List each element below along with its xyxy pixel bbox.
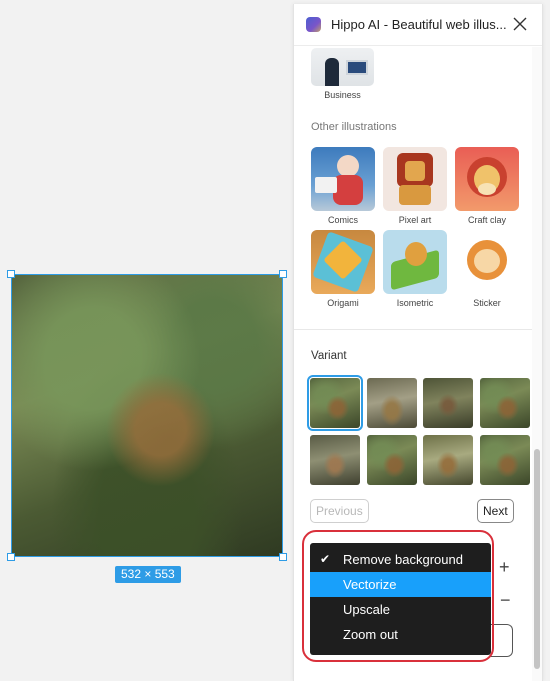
craft-clay-thumb xyxy=(455,147,519,211)
menu-item-label: Upscale xyxy=(343,602,390,617)
resize-handle-bottom-left[interactable] xyxy=(7,553,15,561)
panel-header: Hippo AI - Beautiful web illus... xyxy=(294,4,542,46)
illustration-sticker[interactable]: Sticker xyxy=(455,230,519,308)
size-badge: 532 × 553 xyxy=(115,566,181,583)
hippo-app-icon xyxy=(306,17,321,32)
variant-thumb-5[interactable] xyxy=(310,435,360,485)
variant-thumb-7[interactable] xyxy=(423,435,473,485)
previous-button[interactable]: Previous xyxy=(310,499,369,523)
menu-item-label: Vectorize xyxy=(343,577,397,592)
next-button[interactable]: Next xyxy=(477,499,514,523)
menu-item-upscale[interactable]: Upscale xyxy=(310,597,491,622)
action-button-edge[interactable] xyxy=(489,624,513,657)
menu-item-remove-background[interactable]: ✔ Remove background xyxy=(310,547,491,572)
illustration-craft-clay[interactable]: Craft clay xyxy=(455,147,519,225)
origami-thumb xyxy=(311,230,375,294)
minus-icon[interactable]: − xyxy=(500,590,511,611)
pixel-art-label: Pixel art xyxy=(398,215,432,225)
illustration-comics[interactable]: Comics xyxy=(311,147,375,225)
plus-icon[interactable]: + xyxy=(499,557,510,578)
isometric-thumb xyxy=(383,230,447,294)
origami-label: Origami xyxy=(327,298,359,308)
sticker-thumb xyxy=(455,230,519,294)
menu-item-zoom-out[interactable]: Zoom out xyxy=(310,622,491,647)
resize-handle-top-left[interactable] xyxy=(7,270,15,278)
menu-item-vectorize[interactable]: Vectorize xyxy=(310,572,491,597)
resize-handle-top-right[interactable] xyxy=(279,270,287,278)
comics-thumb xyxy=(311,147,375,211)
variant-title: Variant xyxy=(311,350,347,362)
variant-thumb-1[interactable] xyxy=(307,375,363,431)
sticker-label: Sticker xyxy=(473,298,501,308)
actions-dropdown-menu: ✔ Remove background Vectorize Upscale Zo… xyxy=(310,543,491,655)
illustration-pixel-art[interactable]: Pixel art xyxy=(383,147,447,225)
illustration-origami[interactable]: Origami xyxy=(311,230,375,308)
other-illustrations-title: Other illustrations xyxy=(311,121,397,133)
variant-thumb-4[interactable] xyxy=(480,378,530,428)
resize-handle-bottom-right[interactable] xyxy=(279,553,287,561)
check-icon: ✔ xyxy=(320,552,331,566)
variant-thumb-6[interactable] xyxy=(367,435,417,485)
menu-item-label: Remove background xyxy=(343,552,463,567)
variant-thumb-8[interactable] xyxy=(480,435,530,485)
illustration-business-label: Business xyxy=(324,90,361,100)
variant-thumb-3[interactable] xyxy=(423,378,473,428)
close-icon[interactable] xyxy=(512,16,528,32)
variant-thumb-2[interactable] xyxy=(367,378,417,428)
craft-clay-label: Craft clay xyxy=(467,215,506,225)
section-divider xyxy=(294,329,534,330)
illustration-isometric[interactable]: Isometric xyxy=(383,230,447,308)
pixel-art-thumb xyxy=(383,147,447,211)
comics-label: Comics xyxy=(327,215,358,225)
illustration-business-thumb[interactable] xyxy=(311,48,374,86)
menu-item-label: Zoom out xyxy=(343,627,398,642)
scrollbar-thumb[interactable] xyxy=(534,449,540,669)
selected-image[interactable] xyxy=(7,270,287,561)
panel-title: Hippo AI - Beautiful web illus... xyxy=(331,17,507,32)
isometric-label: Isometric xyxy=(396,298,434,308)
